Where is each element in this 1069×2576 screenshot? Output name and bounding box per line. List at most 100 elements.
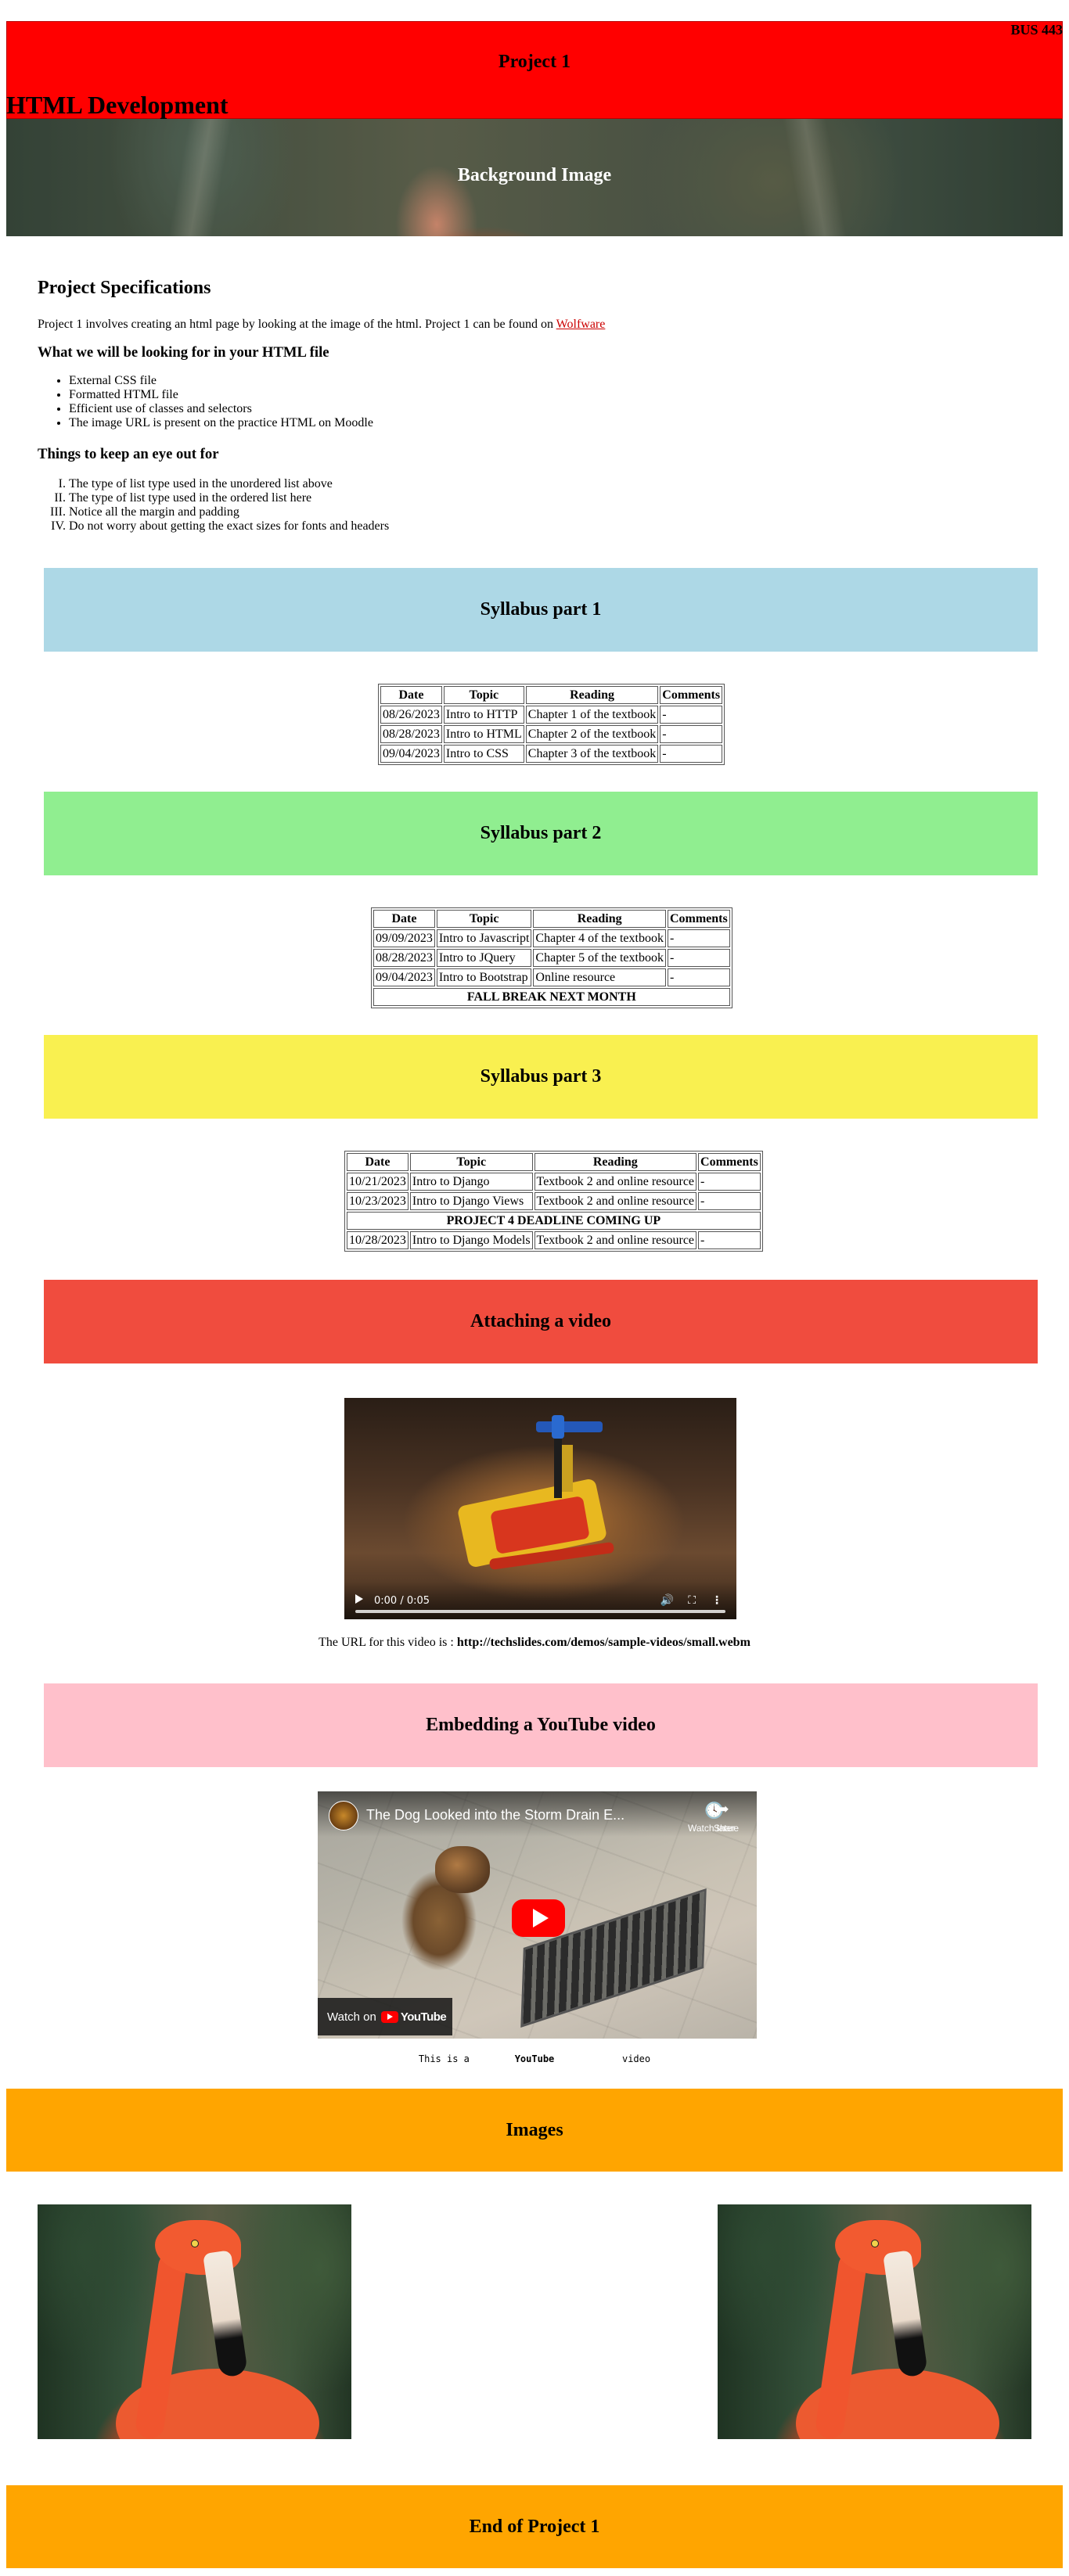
- header-date: Date: [347, 1153, 409, 1171]
- header-date: Date: [380, 686, 442, 704]
- youtube-embed[interactable]: The Dog Looked into the Storm Drain E...…: [318, 1791, 757, 2039]
- video-frame-shape: [554, 1435, 562, 1498]
- watch-on-youtube-button[interactable]: Watch on YouTube: [318, 1998, 452, 2035]
- header-reading: Reading: [533, 910, 666, 928]
- video-url: http://techslides.com/demos/sample-video…: [456, 1636, 750, 1649]
- flamingo-shape: [883, 2250, 928, 2378]
- cell-comments: -: [660, 725, 723, 743]
- video-caption: The URL for this video is : http://techs…: [6, 1636, 1063, 1650]
- end-banner: End of Project 1: [6, 2485, 1063, 2568]
- cell-comments: -: [698, 1173, 761, 1191]
- list-item: The type of list type used in the ordere…: [69, 491, 389, 505]
- look-title: What we will be looking for in your HTML…: [38, 344, 329, 361]
- list-item: Formatted HTML file: [69, 388, 373, 402]
- cell-comments: -: [698, 1192, 761, 1210]
- list-item: The image URL is present on the practice…: [69, 416, 373, 430]
- table-row: 10/28/2023 Intro to Django Models Textbo…: [347, 1231, 761, 1249]
- youtube-banner: Embedding a YouTube video: [44, 1683, 1038, 1767]
- list-item: External CSS file: [69, 374, 373, 388]
- syllabus-2-note: FALL BREAK NEXT MONTH: [373, 988, 730, 1006]
- cell-topic: Intro to Bootstrap: [436, 968, 532, 986]
- video-frame-shape: [562, 1445, 573, 1492]
- cell-date: 10/23/2023: [347, 1192, 409, 1210]
- header-topic: Topic: [409, 1153, 533, 1171]
- site-title: HTML Development: [6, 91, 229, 119]
- video-progress-bar[interactable]: [355, 1610, 725, 1613]
- header-comments: Comments: [667, 910, 730, 928]
- course-code: BUS 443: [1010, 22, 1063, 38]
- header-comments: Comments: [660, 686, 723, 704]
- cell-reading: Chapter 3 of the textbook: [525, 745, 659, 763]
- caption-part: YouTube: [514, 2053, 555, 2064]
- syllabus-1-banner: Syllabus part 1: [44, 568, 1038, 652]
- syllabus-3-note: PROJECT 4 DEADLINE COMING UP: [347, 1212, 761, 1230]
- syllabus-2-title: Syllabus part 2: [480, 823, 602, 843]
- table-header-row: Date Topic Reading Comments: [380, 686, 723, 704]
- header-comments: Comments: [698, 1153, 761, 1171]
- header-topic: Topic: [436, 910, 532, 928]
- video-frame-shape: [536, 1421, 603, 1432]
- cell-comments: -: [667, 968, 730, 986]
- spec-intro-text: Project 1 involves creating an html page…: [38, 318, 553, 331]
- cell-comments: -: [698, 1231, 761, 1249]
- table-row: 09/04/2023 Intro to CSS Chapter 3 of the t…: [380, 745, 723, 763]
- play-icon[interactable]: [355, 1594, 363, 1604]
- cell-date: 09/04/2023: [380, 745, 442, 763]
- cell-date: 08/28/2023: [380, 725, 442, 743]
- cell-reading: Chapter 2 of the textbook: [525, 725, 659, 743]
- more-options-icon[interactable]: ⋮: [711, 1594, 722, 1607]
- share-label[interactable]: Share: [714, 1823, 739, 1834]
- share-icon[interactable]: ➦: [716, 1799, 729, 1818]
- cell-reading: Textbook 2 and online resource: [534, 1231, 697, 1249]
- list-item: Efficient use of classes and selectors: [69, 402, 373, 416]
- cell-reading: Textbook 2 and online resource: [534, 1192, 697, 1210]
- header-reading: Reading: [534, 1153, 697, 1171]
- table-row: 09/04/2023 Intro to Bootstrap Online resou…: [373, 968, 730, 986]
- youtube-video-title[interactable]: The Dog Looked into the Storm Drain E...: [366, 1807, 624, 1823]
- wolfware-link[interactable]: Wolfware: [556, 318, 606, 331]
- play-icon: [533, 1909, 549, 1928]
- cell-date: 10/28/2023: [347, 1231, 409, 1249]
- syllabus-2-banner: Syllabus part 2: [44, 792, 1038, 875]
- table-row: 09/09/2023 Intro to Javascript Chapter 4 o…: [373, 929, 730, 947]
- cell-topic: Intro to Javascript: [436, 929, 532, 947]
- cell-date: 09/09/2023: [373, 929, 435, 947]
- table-header-row: Date Topic Reading Comments: [347, 1153, 761, 1171]
- cell-comments: -: [667, 929, 730, 947]
- syllabus-2-table: Date Topic Reading Comments 09/09/2023 In…: [371, 907, 732, 1008]
- cell-date: 09/04/2023: [373, 968, 435, 986]
- youtube-caption: This is a YouTube video: [6, 2053, 1063, 2064]
- fullscreen-icon[interactable]: ⛶: [688, 1594, 696, 1607]
- cell-reading: Chapter 4 of the textbook: [533, 929, 666, 947]
- syllabus-3-title: Syllabus part 3: [480, 1066, 602, 1087]
- channel-avatar[interactable]: [329, 1801, 358, 1831]
- syllabus-3-banner: Syllabus part 3: [44, 1035, 1038, 1119]
- video-time: 0:00 / 0:05: [374, 1595, 430, 1607]
- cell-reading: Textbook 2 and online resource: [534, 1173, 697, 1191]
- video-player[interactable]: 0:00 / 0:05 🔊 ⛶ ⋮: [344, 1398, 736, 1619]
- cell-topic: Intro to HTTP: [443, 706, 524, 724]
- cell-date: 10/21/2023: [347, 1173, 409, 1191]
- table-row: 10/21/2023 Intro to Django Textbook 2 an…: [347, 1173, 761, 1191]
- caption-part: video: [621, 2053, 651, 2064]
- syllabus-1-title: Syllabus part 1: [480, 599, 602, 620]
- list-item: Notice all the margin and padding: [69, 505, 389, 519]
- flamingo-image-left: [38, 2204, 351, 2439]
- youtube-logo-icon: [380, 2010, 398, 2023]
- header-date: Date: [373, 910, 435, 928]
- syllabus-1-table: Date Topic Reading Comments 08/26/2023 In…: [378, 684, 725, 765]
- table-row: 08/28/2023 Intro to JQuery Chapter 5 of th…: [373, 949, 730, 967]
- cell-comments: -: [660, 706, 723, 724]
- flamingo-shape: [191, 2240, 199, 2247]
- watch-on-label: Watch on: [327, 2010, 376, 2024]
- volume-icon[interactable]: 🔊: [660, 1594, 674, 1607]
- cell-topic: Intro to HTML: [443, 725, 524, 743]
- flamingo-image-right: [718, 2204, 1031, 2439]
- cell-date: 08/28/2023: [373, 949, 435, 967]
- video-banner: Attaching a video: [44, 1280, 1038, 1363]
- table-row: 08/26/2023 Intro to HTTP Chapter 1 of the …: [380, 706, 723, 724]
- background-image: Background Image: [6, 119, 1063, 236]
- cell-topic: Intro to Django: [409, 1173, 533, 1191]
- spec-intro: Project 1 involves creating an html page…: [38, 318, 605, 332]
- cell-topic: Intro to Django Models: [409, 1231, 533, 1249]
